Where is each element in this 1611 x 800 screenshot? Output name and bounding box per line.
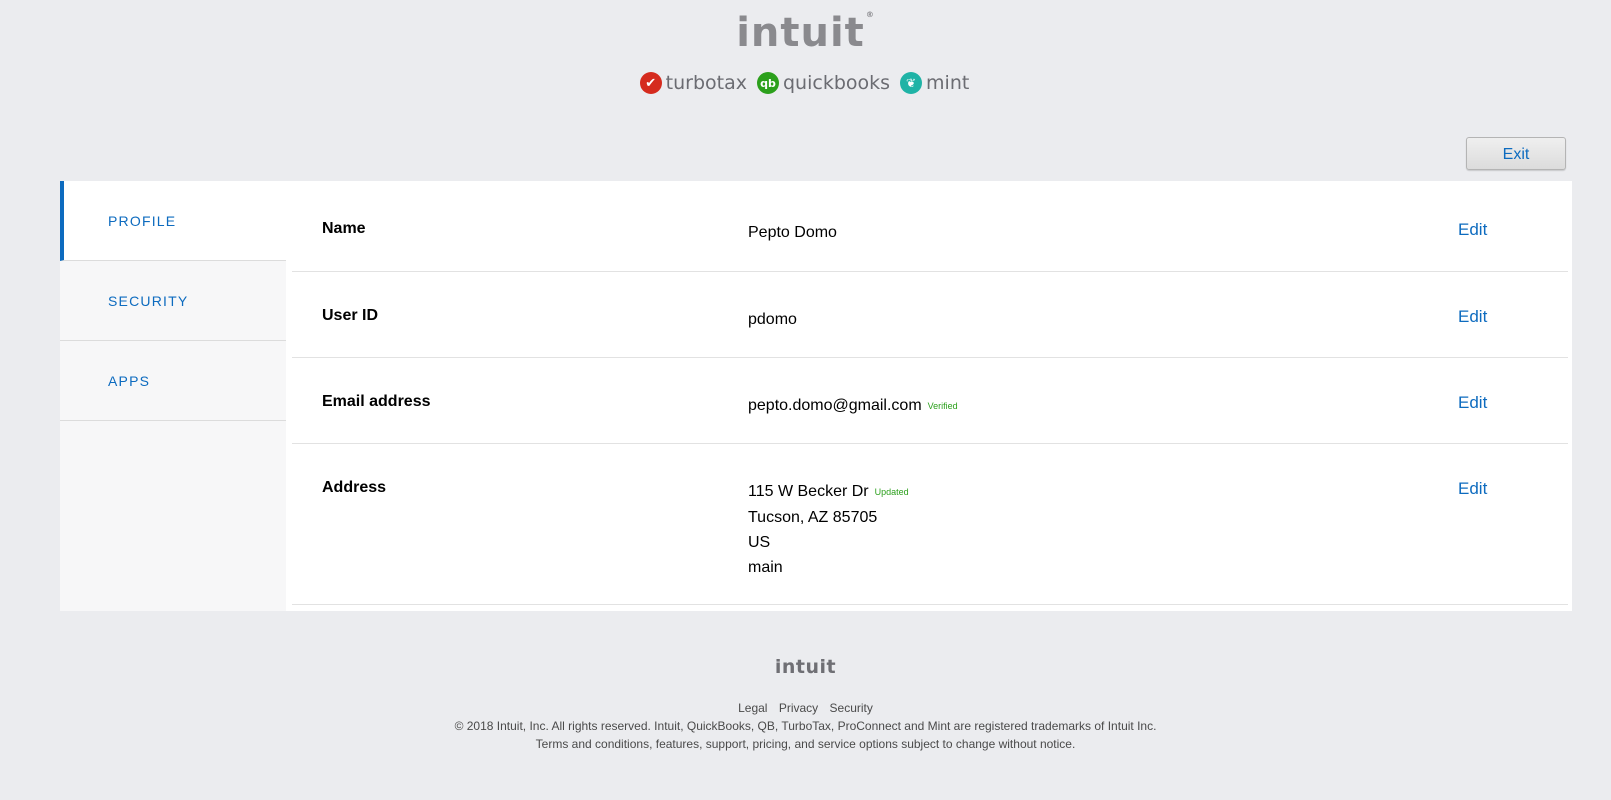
sidebar-item-profile[interactable]: PROFILE <box>60 181 286 261</box>
brand-label-turbotax: turbotax <box>665 72 747 94</box>
address-line-1: 115 W Becker Dr Updated <box>748 479 909 505</box>
row-value: Pepto Domo <box>748 224 837 241</box>
brand-strip: ✔ turbotax qb quickbooks ❦ mint <box>0 72 1611 94</box>
footer-link-security[interactable]: Security <box>830 701 873 715</box>
verified-badge: Verified <box>927 401 958 411</box>
brand-quickbooks: qb quickbooks <box>757 72 892 94</box>
intuit-logo: intuit® <box>0 10 1611 56</box>
edit-email-link[interactable]: Edit <box>1458 393 1487 413</box>
row-label: Name <box>322 220 366 237</box>
address-line-4: main <box>748 559 783 576</box>
row-value: pdomo <box>748 311 797 328</box>
row-label: Email address <box>322 393 431 410</box>
exit-button[interactable]: Exit <box>1466 137 1566 170</box>
footer-link-privacy[interactable]: Privacy <box>779 701 818 715</box>
address-street: 115 W Becker Dr <box>748 483 869 500</box>
profile-row-address: Address 115 W Becker Dr Updated Tucson, A… <box>292 444 1568 605</box>
brand-turbotax: ✔ turbotax <box>639 72 749 94</box>
intuit-logo-text: intuit <box>736 10 865 56</box>
footer-link-legal[interactable]: Legal <box>738 701 767 715</box>
row-value: pepto.domo@gmail.com Verified <box>748 393 958 419</box>
check-icon: ✔ <box>639 72 662 94</box>
sidebar-nav: PROFILE SECURITY APPS <box>60 181 286 611</box>
edit-address-link[interactable]: Edit <box>1458 479 1487 499</box>
row-label: Address <box>322 479 387 496</box>
profile-row-user-id: User ID pdomo Edit <box>292 272 1568 358</box>
row-label: User ID <box>322 307 379 324</box>
brand-label-mint: mint <box>926 72 970 94</box>
qb-icon: qb <box>757 72 779 94</box>
sidebar-item-apps[interactable]: APPS <box>60 341 286 421</box>
page-header: intuit® ✔ turbotax qb quickbooks ❦ mint <box>0 0 1611 110</box>
profile-card: PROFILE SECURITY APPS Name Pepto Domo Ed… <box>60 181 1572 611</box>
address-line-3: US <box>748 534 771 551</box>
edit-user-id-link[interactable]: Edit <box>1458 307 1487 327</box>
footer-intuit-logo: intuit <box>774 656 837 678</box>
profile-row-email: Email address pepto.domo@gmail.com Verifi… <box>292 358 1568 444</box>
leaf-icon: ❦ <box>900 72 923 94</box>
brand-label-quickbooks: quickbooks <box>783 72 891 94</box>
updated-badge: Updated <box>874 487 909 497</box>
address-line-2: Tucson, AZ 85705 <box>748 509 878 526</box>
edit-name-link[interactable]: Edit <box>1458 220 1487 240</box>
registered-mark: ® <box>865 10 875 19</box>
footer-links: Legal Privacy Security <box>0 701 1611 715</box>
email-value: pepto.domo@gmail.com <box>748 397 922 414</box>
address-value: 115 W Becker Dr Updated Tucson, AZ 85705 … <box>748 479 909 580</box>
footer-terms: Terms and conditions, features, support,… <box>535 737 1076 751</box>
footer-copyright: © 2018 Intuit, Inc. All rights reserved.… <box>454 719 1157 733</box>
profile-row-name: Name Pepto Domo Edit <box>292 181 1568 272</box>
brand-mint: ❦ mint <box>900 72 971 94</box>
sidebar-item-security[interactable]: SECURITY <box>60 261 286 341</box>
